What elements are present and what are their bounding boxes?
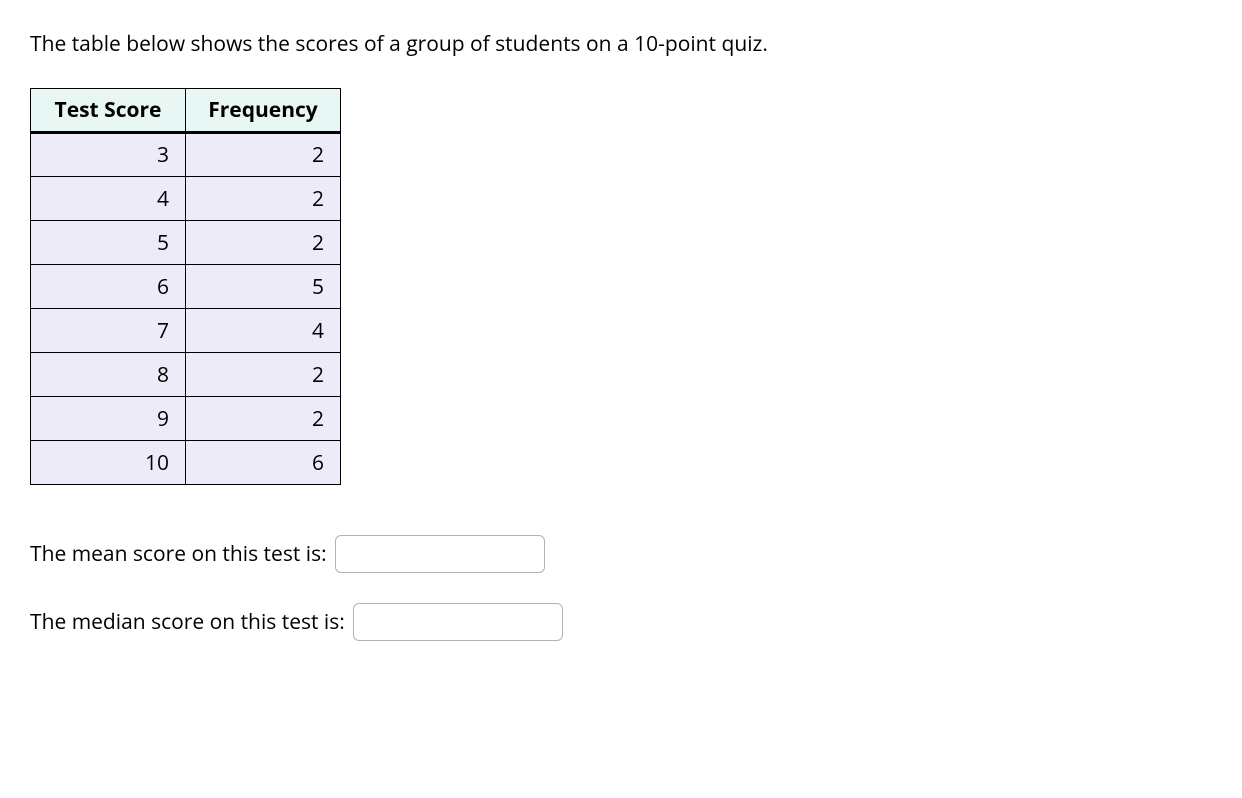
cell-score: 10 [31, 441, 186, 485]
median-question-row: The median score on this test is: [30, 603, 1212, 641]
cell-score: 6 [31, 265, 186, 309]
table-row: 10 6 [31, 441, 341, 485]
table-row: 6 5 [31, 265, 341, 309]
cell-freq: 2 [186, 221, 341, 265]
cell-score: 8 [31, 353, 186, 397]
cell-score: 7 [31, 309, 186, 353]
cell-score: 5 [31, 221, 186, 265]
score-frequency-table: Test Score Frequency 3 2 4 2 5 2 6 5 7 4… [30, 88, 341, 485]
header-test-score: Test Score [31, 89, 186, 133]
header-frequency: Frequency [186, 89, 341, 133]
cell-freq: 2 [186, 353, 341, 397]
cell-freq: 2 [186, 397, 341, 441]
table-row: 5 2 [31, 221, 341, 265]
mean-question-row: The mean score on this test is: [30, 535, 1212, 573]
table-row: 7 4 [31, 309, 341, 353]
mean-input[interactable] [335, 535, 545, 573]
table-header-row: Test Score Frequency [31, 89, 341, 133]
cell-freq: 4 [186, 309, 341, 353]
intro-text: The table below shows the scores of a gr… [30, 30, 1212, 58]
median-label: The median score on this test is: [30, 608, 345, 636]
mean-label: The mean score on this test is: [30, 540, 327, 568]
cell-freq: 2 [186, 133, 341, 177]
cell-score: 9 [31, 397, 186, 441]
table-row: 9 2 [31, 397, 341, 441]
table-row: 3 2 [31, 133, 341, 177]
cell-freq: 5 [186, 265, 341, 309]
cell-freq: 2 [186, 177, 341, 221]
cell-score: 3 [31, 133, 186, 177]
cell-freq: 6 [186, 441, 341, 485]
table-row: 8 2 [31, 353, 341, 397]
cell-score: 4 [31, 177, 186, 221]
median-input[interactable] [353, 603, 563, 641]
table-row: 4 2 [31, 177, 341, 221]
